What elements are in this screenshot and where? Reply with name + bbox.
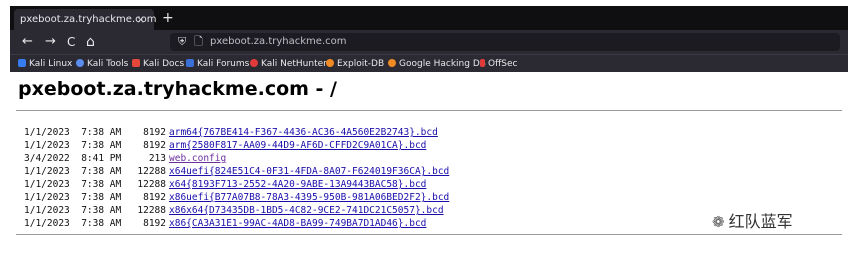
list-item: 1/1/2023 7:38 AM 12288 x86x64{D73435DB-1BD… bbox=[24, 204, 449, 217]
watermark: ❁ 红队蓝军 bbox=[712, 208, 793, 232]
reload-button[interactable]: C bbox=[67, 30, 75, 54]
bookmark-kali-linux[interactable]: Kali Linux bbox=[18, 55, 72, 73]
tab-bar: pxeboot.za.tryhackme.com × + bbox=[10, 6, 848, 30]
file-size: 12288 bbox=[137, 166, 166, 177]
file-size: 8192 bbox=[143, 140, 166, 151]
list-item: 1/1/2023 7:38 AM 8192 arm64{767BE414-F367-… bbox=[24, 126, 449, 139]
top-divider bbox=[16, 110, 842, 111]
kali-icon bbox=[18, 59, 26, 67]
file-date: 1/1/2023 7:38 AM bbox=[24, 140, 122, 151]
home-button[interactable]: ⌂ bbox=[86, 30, 95, 54]
file-date: 1/1/2023 7:38 AM bbox=[24, 218, 122, 229]
nethunter-icon bbox=[250, 59, 258, 67]
bottom-divider bbox=[16, 234, 842, 235]
bookmark-offsec[interactable]: OffSec bbox=[480, 55, 517, 73]
browser-tab[interactable]: pxeboot.za.tryhackme.com × bbox=[14, 9, 156, 30]
file-size: 12288 bbox=[137, 179, 166, 190]
bookmarks-toolbar: Kali Linux Kali Tools Kali Docs Kali For… bbox=[10, 54, 848, 73]
file-link[interactable]: arm{2580F817-AA09-44D9-AF6D-CFFD2C9A01CA… bbox=[169, 140, 426, 151]
list-item: 1/1/2023 7:38 AM 8192 x86{CA3A31E1-99AC-4A… bbox=[24, 217, 449, 230]
file-link[interactable]: x64uefi{824E51C4-0F31-4FDA-8A07-F624019F… bbox=[169, 166, 449, 177]
ghdb-icon bbox=[388, 59, 396, 67]
bookmark-kali-tools[interactable]: Kali Tools bbox=[76, 55, 128, 73]
watermark-text: 红队蓝军 bbox=[728, 212, 793, 231]
file-listing: 1/1/2023 7:38 AM 8192 arm64{767BE414-F367-… bbox=[24, 126, 449, 230]
file-size: 213 bbox=[148, 153, 166, 164]
list-item: 1/1/2023 7:38 AM 8192 arm{2580F817-AA09-44… bbox=[24, 139, 449, 152]
shield-icon[interactable]: ⛨ bbox=[178, 34, 186, 50]
bookmark-kali-nethunter[interactable]: Kali NetHunter bbox=[250, 55, 327, 73]
file-size: 8192 bbox=[143, 127, 166, 138]
list-item: 1/1/2023 7:38 AM 12288 x64{8193F713-2552-4… bbox=[24, 178, 449, 191]
page-title: pxeboot.za.tryhackme.com - / bbox=[18, 78, 338, 100]
offsec-icon bbox=[480, 59, 485, 67]
new-tab-button[interactable]: + bbox=[162, 8, 174, 28]
file-link[interactable]: x86x64{D73435DB-1BD5-4C82-9CE2-741DC21C5… bbox=[169, 205, 444, 216]
file-link[interactable]: x64{8193F713-2552-4A20-9ABE-13A9443BAC58… bbox=[169, 179, 426, 190]
wechat-icon: ❁ bbox=[712, 213, 725, 231]
file-date: 1/1/2023 7:38 AM bbox=[24, 205, 122, 216]
file-date: 3/4/2022 8:41 PM bbox=[24, 153, 122, 164]
url-text[interactable]: pxeboot.za.tryhackme.com bbox=[210, 33, 346, 51]
tab-close-icon[interactable]: × bbox=[136, 9, 145, 30]
navigation-bar: ← → C ⌂ ⛨ 🗋 pxeboot.za.tryhackme.com bbox=[10, 30, 848, 54]
kali-tools-icon bbox=[76, 59, 84, 67]
address-bar[interactable]: ⛨ 🗋 pxeboot.za.tryhackme.com bbox=[170, 33, 840, 51]
file-date: 1/1/2023 7:38 AM bbox=[24, 192, 122, 203]
bookmark-kali-docs[interactable]: Kali Docs bbox=[132, 55, 184, 73]
bookmark-kali-forums[interactable]: Kali Forums bbox=[186, 55, 249, 73]
file-size: 8192 bbox=[143, 192, 166, 203]
file-size: 8192 bbox=[143, 218, 166, 229]
file-date: 1/1/2023 7:38 AM bbox=[24, 179, 122, 190]
back-button[interactable]: ← bbox=[22, 30, 33, 54]
forward-button[interactable]: → bbox=[45, 30, 56, 54]
file-date: 1/1/2023 7:38 AM bbox=[24, 166, 122, 177]
file-link[interactable]: x86{CA3A31E1-99AC-4AD8-BA99-749BA7D1AD46… bbox=[169, 218, 426, 229]
list-item: 1/1/2023 7:38 AM 12288 x64uefi{824E51C4-0F… bbox=[24, 165, 449, 178]
file-date: 1/1/2023 7:38 AM bbox=[24, 127, 122, 138]
exploit-db-icon bbox=[326, 59, 334, 67]
bookmark-google-hacking-db[interactable]: Google Hacking DB bbox=[388, 55, 486, 73]
kali-forums-icon bbox=[186, 59, 194, 67]
list-item: 1/1/2023 7:38 AM 8192 x86uefi{B77A07B8-78A… bbox=[24, 191, 449, 204]
file-link[interactable]: web.config bbox=[169, 153, 226, 164]
bookmark-exploit-db[interactable]: Exploit-DB bbox=[326, 55, 384, 73]
page-info-icon[interactable]: 🗋 bbox=[194, 34, 203, 50]
list-item: 3/4/2022 8:41 PM 213 web.config bbox=[24, 152, 449, 165]
file-link[interactable]: arm64{767BE414-F367-4436-AC36-4A560E2B27… bbox=[169, 127, 438, 138]
file-link[interactable]: x86uefi{B77A07B8-78A3-4395-950B-981A06BE… bbox=[169, 192, 449, 203]
kali-docs-icon bbox=[132, 59, 140, 67]
file-size: 12288 bbox=[137, 205, 166, 216]
